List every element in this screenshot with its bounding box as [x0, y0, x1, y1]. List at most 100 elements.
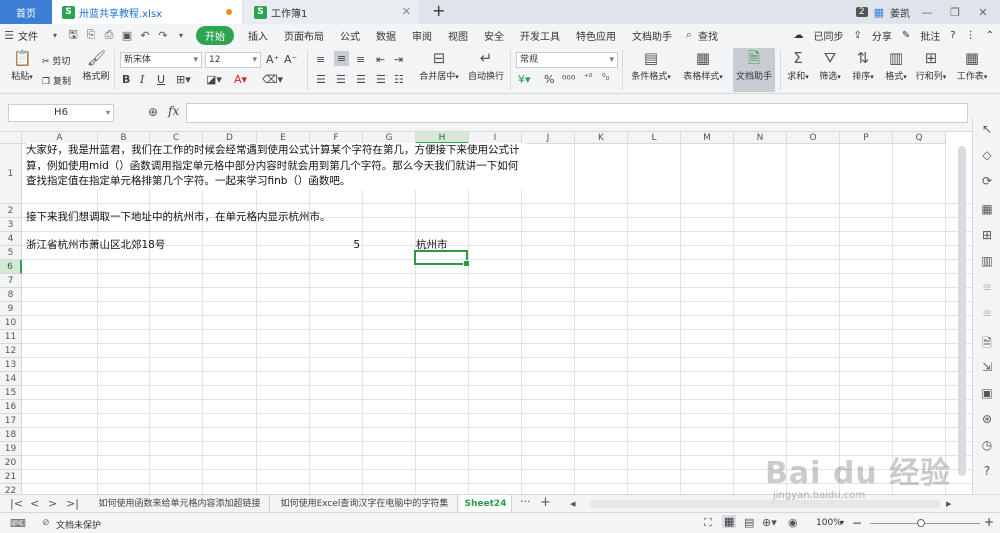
- row-header-17[interactable]: 17: [0, 414, 22, 428]
- eye-protection-icon[interactable]: ◉: [788, 516, 798, 529]
- chevron-down-icon[interactable]: ▾: [840, 518, 844, 527]
- vertical-scrollbar[interactable]: [958, 146, 966, 476]
- print-icon[interactable]: ⎙: [100, 28, 118, 42]
- number-format-select[interactable]: 常规 ▾: [516, 52, 618, 68]
- sync-status[interactable]: 已同步: [814, 28, 844, 43]
- doc-assistant-button[interactable]: 🗎 文档助手: [735, 50, 773, 82]
- name-box[interactable]: H6 ▾: [8, 104, 114, 122]
- font-size-select[interactable]: 12 ▾: [205, 52, 261, 68]
- shape-icon[interactable]: ◇: [979, 148, 995, 164]
- compass-icon[interactable]: ⊛: [979, 412, 995, 428]
- image-icon[interactable]: ▣: [979, 386, 995, 402]
- row-header-10[interactable]: 10: [0, 316, 22, 330]
- row-header-13[interactable]: 13: [0, 358, 22, 372]
- selected-cell-h6[interactable]: [414, 250, 470, 267]
- row-header-7[interactable]: 7: [0, 274, 22, 288]
- percent-icon[interactable]: %: [544, 73, 554, 86]
- more-icon[interactable]: ⋮: [966, 30, 976, 41]
- print-preview-icon[interactable]: ▣: [118, 29, 136, 42]
- sum-button[interactable]: Σ 求和▾: [784, 50, 812, 82]
- column-header-m[interactable]: M: [681, 132, 734, 144]
- row-header-8[interactable]: 8: [0, 288, 22, 302]
- row-header-6[interactable]: 6: [0, 260, 22, 274]
- filter-button[interactable]: ⛛ 筛选▾: [816, 50, 844, 82]
- export-icon[interactable]: ⎘: [82, 28, 100, 42]
- minimize-icon[interactable]: —: [916, 6, 938, 19]
- tab-workbook1[interactable]: S 工作簿1 ✕: [244, 0, 419, 24]
- hamburger-icon[interactable]: ☰: [0, 29, 18, 42]
- avatar-icon[interactable]: ▦: [874, 6, 884, 19]
- select-all-corner[interactable]: [0, 132, 22, 144]
- bold-icon[interactable]: B: [122, 73, 130, 86]
- format-button[interactable]: ▥ 格式▾: [882, 50, 910, 82]
- indent-increase-icon[interactable]: ⇥: [394, 53, 403, 66]
- zoom-in-icon[interactable]: +: [984, 515, 994, 529]
- font-color-icon[interactable]: A▾: [234, 73, 247, 86]
- chevron-down-icon[interactable]: ▾: [46, 31, 64, 40]
- wrap-text-button[interactable]: ↵ 自动换行: [466, 50, 506, 82]
- page-layout-icon[interactable]: ▤: [744, 516, 754, 529]
- sort-button[interactable]: ⇅ 排序▾: [849, 50, 877, 82]
- prev-sheet-icon[interactable]: <: [30, 497, 39, 510]
- chevron-down-icon[interactable]: ▾: [172, 31, 190, 40]
- clear-format-icon[interactable]: ⌫▾: [262, 73, 283, 86]
- apps-icon[interactable]: ⊞: [979, 228, 995, 244]
- row-header-12[interactable]: 12: [0, 344, 22, 358]
- menu-tab-special-apps[interactable]: 特色应用: [568, 28, 624, 43]
- tab-home[interactable]: 首页: [0, 0, 52, 24]
- align-bottom-icon[interactable]: ≡: [356, 53, 365, 66]
- close-tab-icon[interactable]: ✕: [402, 5, 411, 18]
- menu-tab-view[interactable]: 视图: [440, 28, 476, 43]
- search-button[interactable]: 查找: [698, 28, 726, 43]
- undo-icon[interactable]: ↶: [136, 29, 154, 42]
- column-header-n[interactable]: N: [734, 132, 787, 144]
- row-header-3[interactable]: 3: [0, 218, 22, 232]
- protect-status[interactable]: 文档未保护: [56, 518, 101, 531]
- row-header-21[interactable]: 21: [0, 470, 22, 484]
- worksheet-button[interactable]: ▦ 工作表▾: [954, 50, 990, 82]
- sheet-tab-hyperlink[interactable]: 如何使用函数来给单元格内容添加超链接: [90, 495, 270, 513]
- zoom-level[interactable]: 100%: [816, 518, 842, 528]
- align-right-icon[interactable]: ☰: [356, 73, 366, 86]
- thousands-icon[interactable]: ⁰⁰⁰: [562, 73, 575, 86]
- zoom-search-icon[interactable]: ⊕: [148, 105, 158, 119]
- conditional-format-button[interactable]: ▤ 条件格式▾: [626, 50, 676, 82]
- cell-f5[interactable]: 5: [340, 238, 360, 253]
- clock-icon[interactable]: ◷: [979, 438, 995, 454]
- menu-tab-security[interactable]: 安全: [476, 28, 512, 43]
- cell-a1[interactable]: 大家好，我是卅蓝君，我们在工作的时候会经常遇到使用公式计算某个字符在第几，方便接…: [26, 143, 526, 190]
- merge-center-button[interactable]: ⊟ 合并居中▾: [416, 50, 462, 82]
- horizontal-scrollbar[interactable]: [590, 500, 940, 508]
- menu-tab-doc-assistant[interactable]: 文档助手: [624, 28, 680, 43]
- user-name[interactable]: 姜凯: [890, 5, 910, 20]
- normal-view-icon[interactable]: ▦: [722, 515, 737, 528]
- fx-icon[interactable]: fx: [168, 104, 179, 118]
- borders-icon[interactable]: ⊞▾: [176, 73, 191, 86]
- paste-button[interactable]: 📋 粘贴▾: [8, 50, 36, 82]
- format-painter-button[interactable]: 🖌 格式刷: [80, 50, 112, 82]
- cell-a3[interactable]: 接下来我们想调取一下地址中的杭州市，在单元格内显示杭州市。: [26, 210, 331, 225]
- row-header-14[interactable]: 14: [0, 372, 22, 386]
- table-icon[interactable]: ▦: [979, 202, 995, 218]
- comment-icon[interactable]: ✎: [902, 30, 910, 41]
- align-center-icon[interactable]: ☰: [336, 73, 346, 86]
- align-top-icon[interactable]: ≡: [316, 53, 325, 66]
- window-count-badge[interactable]: 2: [855, 7, 868, 17]
- close-icon[interactable]: ✕: [972, 6, 994, 19]
- redo-icon[interactable]: ↷: [154, 29, 172, 42]
- increase-font-icon[interactable]: A⁺: [266, 53, 279, 66]
- row-header-9[interactable]: 9: [0, 302, 22, 316]
- row-header-11[interactable]: 11: [0, 330, 22, 344]
- row-header-16[interactable]: 16: [0, 400, 22, 414]
- chart-icon[interactable]: ▥: [979, 254, 995, 270]
- more-sheets-icon[interactable]: ···: [520, 495, 531, 508]
- sheet-tab-charset[interactable]: 如何使用Excel查询汉字在电脑中的字符集: [272, 495, 458, 513]
- scroll-right-icon[interactable]: ▸: [946, 497, 952, 510]
- italic-icon[interactable]: I: [140, 73, 144, 86]
- keyboard-icon[interactable]: ⌨: [10, 517, 26, 530]
- column-header-p[interactable]: P: [840, 132, 893, 144]
- justify-icon[interactable]: ☰: [376, 73, 386, 86]
- distributed-icon[interactable]: ☷: [394, 73, 404, 86]
- indent-decrease-icon[interactable]: ⇤: [376, 53, 385, 66]
- help-icon[interactable]: ?: [950, 30, 955, 41]
